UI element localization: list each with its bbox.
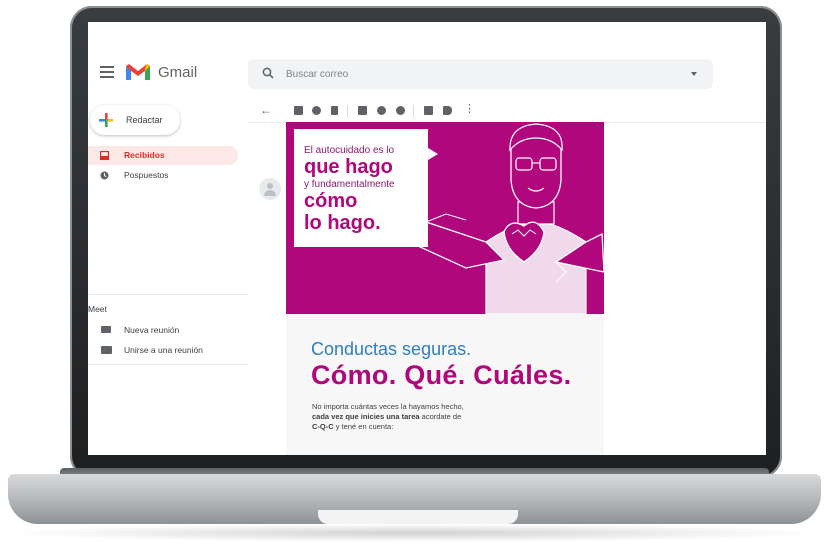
video-icon — [101, 326, 111, 333]
avatar[interactable] — [259, 178, 281, 200]
search-options-caret-icon[interactable] — [691, 72, 697, 76]
sidebar-divider — [88, 364, 248, 365]
search-bar[interactable]: Buscar correo — [248, 59, 713, 89]
toolbar-separator — [413, 105, 414, 117]
hamburger-menu-icon[interactable] — [100, 66, 114, 78]
body-bold-1: cada vez que inicies una tarea — [312, 412, 420, 421]
add-task-icon[interactable] — [396, 106, 405, 115]
sidebar-item-snoozed[interactable]: Pospuestos — [88, 166, 238, 185]
body-part-2: acordate de — [419, 412, 462, 421]
email-content: Conductas seguras. Cómo. Qué. Cuáles. No… — [286, 314, 604, 455]
laptop-shadow — [0, 524, 829, 542]
gmail-logo-icon[interactable] — [124, 62, 152, 87]
banner-line-1: El autocuidado es lo — [304, 145, 395, 156]
banner-line-5: lo hago. — [304, 212, 381, 234]
speech-bubble-tail — [428, 148, 438, 160]
label-icon[interactable] — [443, 106, 452, 115]
snooze-icon[interactable] — [377, 106, 386, 115]
laptop-notch — [318, 510, 518, 524]
plus-icon — [99, 113, 113, 127]
toolbar-separator — [347, 105, 348, 117]
inbox-icon — [100, 151, 109, 160]
email-subtitle: Conductas seguras. — [311, 339, 472, 359]
archive-icon[interactable] — [294, 106, 303, 115]
keyboard-icon — [101, 346, 112, 354]
compose-label: Redactar — [126, 115, 163, 125]
clock-icon — [100, 171, 109, 180]
banner-line-4: cómo — [304, 190, 358, 212]
mark-unread-icon[interactable] — [358, 106, 367, 115]
laptop-screen: Gmail Buscar correo Redactar Recibidos P… — [88, 22, 766, 455]
speech-bubble: El autocuidado es lo que hago y fundamen… — [294, 129, 428, 247]
search-input[interactable]: Buscar correo — [286, 69, 348, 80]
meet-section-title: Meet — [88, 304, 107, 314]
compose-button[interactable]: Redactar — [90, 105, 180, 135]
gmail-header: Gmail Buscar correo — [88, 22, 766, 89]
sidebar-item-inbox[interactable]: Recibidos — [88, 146, 238, 165]
message-toolbar: ← ⋮ — [248, 100, 766, 122]
more-icon[interactable]: ⋮ — [464, 102, 475, 115]
search-icon[interactable] — [262, 67, 274, 79]
sidebar-item-label: Pospuestos — [124, 170, 169, 180]
meet-join-meeting[interactable]: Unirse a una reunión — [88, 342, 248, 358]
meet-divider — [88, 294, 248, 295]
meet-item-label: Nueva reunión — [124, 325, 180, 335]
app-title: Gmail — [158, 64, 198, 81]
banner-line-2: que hago — [304, 156, 393, 178]
meet-new-meeting[interactable]: Nueva reunión — [88, 322, 248, 338]
banner-line-3: y fundamentalmente — [304, 179, 395, 190]
sidebar-item-label: Recibidos — [124, 150, 165, 160]
email-body-text: No importa cuántas veces la hayamos hech… — [312, 402, 552, 432]
body-part-3: y tené en cuenta: — [333, 422, 394, 431]
email-banner-image: El autocuidado es lo que hago y fundamen… — [286, 122, 604, 314]
move-to-icon[interactable] — [424, 106, 433, 115]
body-part-1: No importa cuántas veces la hayamos hech… — [312, 402, 464, 411]
delete-icon[interactable] — [331, 106, 338, 115]
back-icon[interactable]: ← — [260, 103, 272, 117]
report-spam-icon[interactable] — [312, 106, 321, 115]
meet-item-label: Unirse a una reunión — [124, 345, 203, 355]
body-bold-2: C-Q-C — [312, 422, 334, 431]
email-title: Cómo. Qué. Cuáles. — [311, 360, 572, 390]
